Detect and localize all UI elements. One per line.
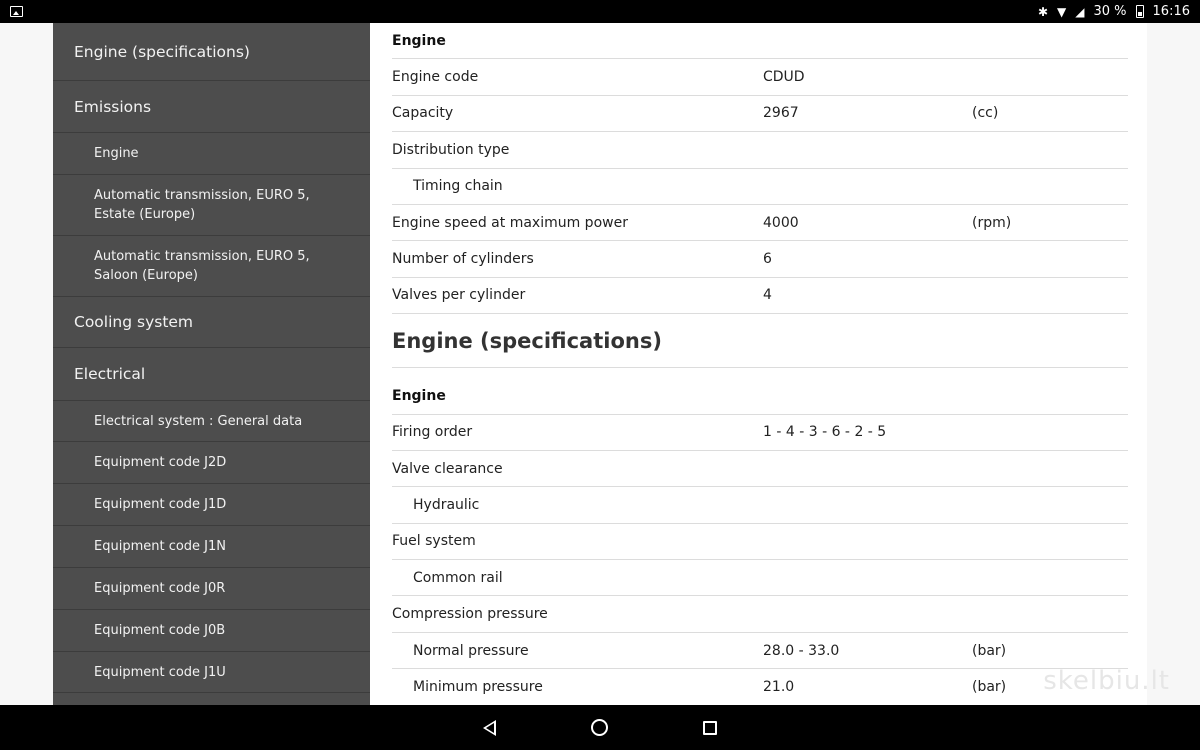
nav-bar xyxy=(0,705,1200,750)
row-label: Number of cylinders xyxy=(392,251,534,268)
table-row: Hydraulic xyxy=(392,487,1128,524)
table-row: Compression pressure xyxy=(392,596,1128,633)
wifi-icon: ▼ xyxy=(1057,4,1067,19)
sidebar-item-label: Electrical system : General data xyxy=(94,413,303,429)
sidebar-item-electrical[interactable]: Electrical xyxy=(53,348,370,401)
sidebar-item-engine[interactable]: Engine xyxy=(53,133,370,175)
sidebar-item-label: Emissions xyxy=(74,97,152,116)
clock: 16:16 xyxy=(1152,4,1190,19)
back-icon[interactable] xyxy=(483,719,496,736)
row-label: Engine code xyxy=(392,69,479,86)
row-label: Fuel system xyxy=(392,533,476,550)
row-value: 28.0 - 33.0 xyxy=(763,642,840,659)
row-value: 4 xyxy=(763,287,772,304)
row-label: Common rail xyxy=(413,569,503,586)
row-label: Normal pressure xyxy=(413,642,529,659)
table-row: Common rail xyxy=(392,560,1128,597)
sidebar-item-j2d[interactable]: Equipment code J2D xyxy=(53,442,370,484)
row-unit: (cc) xyxy=(972,105,999,122)
sidebar-item-engine-specifications[interactable]: Engine (specifications) xyxy=(53,23,370,81)
spec-content: Engine Engine code CDUD Capacity 2967 (c… xyxy=(370,23,1147,705)
section-heading: Engine xyxy=(392,378,1128,415)
sidebar-item-j1n[interactable]: Equipment code J1N xyxy=(53,526,370,568)
sidebar-item-label: Equipment code J0R xyxy=(94,581,226,596)
status-bar: ✱ ▼ ◢ 30 % 16:16 xyxy=(0,0,1200,23)
battery-icon xyxy=(1135,5,1144,18)
table-row: Engine code CDUD xyxy=(392,59,1128,96)
row-value: 4000 xyxy=(763,214,799,231)
sidebar-item-auto-saloon[interactable]: Automatic transmission, EURO 5, Saloon (… xyxy=(53,236,370,297)
sidebar-item-j1u[interactable]: Equipment code J1U xyxy=(53,652,370,693)
row-label: Hydraulic xyxy=(413,496,480,513)
sidebar-item-j0b[interactable]: Equipment code J0B xyxy=(53,610,370,652)
table-row: Number of cylinders 6 xyxy=(392,241,1128,278)
sidebar-item-emissions[interactable]: Emissions xyxy=(53,81,370,133)
battery-percent: 30 % xyxy=(1093,4,1127,19)
sidebar-item-label: Equipment code J2D xyxy=(94,455,227,470)
table-row: Normal pressure 28.0 - 33.0 (bar) xyxy=(392,633,1128,670)
row-value: 6 xyxy=(763,251,772,268)
row-label: Capacity xyxy=(392,105,454,122)
table-row: Valve clearance xyxy=(392,451,1128,488)
sidebar-item-label: Electrical xyxy=(74,365,146,383)
table-row: Timing chain xyxy=(392,169,1128,205)
sidebar-item-electrical-general[interactable]: Electrical system : General data xyxy=(53,401,370,442)
recents-icon[interactable] xyxy=(703,720,717,735)
signal-off-icon: ◢ xyxy=(1075,4,1085,19)
row-unit: (bar) xyxy=(972,678,1007,695)
table-row: Engine speed at maximum power 4000 (rpm) xyxy=(392,205,1128,242)
image-icon xyxy=(10,6,23,17)
row-unit: (rpm) xyxy=(972,214,1012,231)
sidebar-item-label: Automatic transmission, EURO 5, Saloon (… xyxy=(94,249,310,283)
watermark: skelbiu.lt xyxy=(1043,666,1170,696)
sidebar-item-label: Cooling system xyxy=(74,313,194,331)
row-label: Timing chain xyxy=(413,178,503,195)
row-label: Firing order xyxy=(392,424,473,441)
sidebar-item-j1d[interactable]: Equipment code J1D xyxy=(53,484,370,526)
bluetooth-icon: ✱ xyxy=(1037,4,1049,19)
row-label: Valves per cylinder xyxy=(392,287,526,304)
sidebar-item-label: Equipment code J1D xyxy=(94,497,227,512)
table-row: Distribution type xyxy=(392,132,1128,169)
table-row: Capacity 2967 (cc) xyxy=(392,96,1128,133)
table-row: Minimum pressure 21.0 (bar) xyxy=(392,669,1128,705)
row-value: CDUD xyxy=(763,69,805,86)
table-row: Fuel system xyxy=(392,524,1128,561)
sidebar-item-label: Equipment code J1U xyxy=(94,664,226,680)
sidebar-item-label: Equipment code J1N xyxy=(94,539,227,554)
sidebar-item-cooling-system[interactable]: Cooling system xyxy=(53,297,370,348)
row-value: 21.0 xyxy=(763,678,795,695)
sidebar-item-label: Automatic transmission, EURO 5, Estate (… xyxy=(94,188,310,222)
sidebar-item-label: Engine (specifications) xyxy=(74,42,250,61)
sidebar: Engine (specifications) Emissions Engine… xyxy=(53,23,370,705)
table-row: Valves per cylinder 4 xyxy=(392,278,1128,315)
row-value: 1 - 4 - 3 - 6 - 2 - 5 xyxy=(763,424,887,441)
row-label: Minimum pressure xyxy=(413,678,543,695)
row-label: Compression pressure xyxy=(392,606,548,623)
home-icon[interactable] xyxy=(591,719,608,736)
sidebar-item-label: Equipment code J0B xyxy=(94,623,226,638)
row-value: 2967 xyxy=(763,105,799,122)
row-label: Distribution type xyxy=(392,141,510,158)
sidebar-item-auto-estate[interactable]: Automatic transmission, EURO 5, Estate (… xyxy=(53,175,370,236)
row-unit: (bar) xyxy=(972,642,1007,659)
status-icons: ✱ ▼ ◢ 30 % 16:16 xyxy=(1038,4,1190,19)
section-heading: Engine xyxy=(392,23,1128,60)
table-row: Firing order 1 - 4 - 3 - 6 - 2 - 5 xyxy=(392,415,1128,451)
page-title: Engine (specifications) xyxy=(392,314,1128,369)
row-label: Engine speed at maximum power xyxy=(392,214,628,231)
sidebar-item-j0r[interactable]: Equipment code J0R xyxy=(53,568,370,610)
row-label: Valve clearance xyxy=(392,460,503,477)
sidebar-item-label: Engine xyxy=(94,146,139,161)
